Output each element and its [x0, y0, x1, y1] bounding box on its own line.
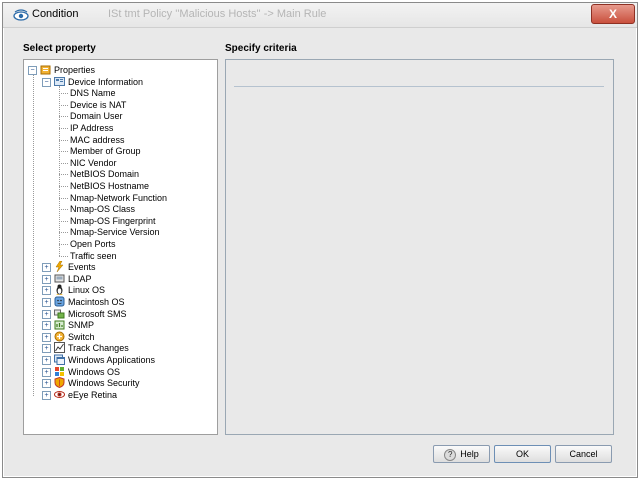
- tree-node-category[interactable]: Events: [68, 261, 96, 273]
- tree-node-properties[interactable]: Properties: [54, 64, 95, 76]
- tree-node-category[interactable]: Windows Applications: [68, 354, 155, 366]
- chart-icon: [54, 342, 65, 354]
- help-icon: ?: [444, 448, 457, 461]
- tree-leaf-property[interactable]: Nmap-OS Class: [70, 203, 135, 215]
- snmp-icon: [54, 320, 65, 330]
- switch-icon: [54, 331, 65, 342]
- expand-toggle-icon[interactable]: +: [42, 344, 51, 354]
- tree-leaf-property[interactable]: IP Address: [70, 122, 113, 134]
- cancel-button[interactable]: Cancel: [555, 445, 612, 463]
- tree-node-category[interactable]: SNMP: [68, 319, 94, 331]
- tree-connector: [59, 174, 68, 176]
- tree-leaf-property[interactable]: NetBIOS Domain: [70, 168, 139, 180]
- condition-dialog: Condition ISt tmt Policy ''Malicious Hos…: [2, 2, 638, 478]
- windows-logo-icon: [55, 366, 64, 376]
- property-tree-panel[interactable]: − Properties − Device Information DNS Name De…: [23, 59, 218, 435]
- tree-node-category[interactable]: Switch: [68, 331, 95, 343]
- tree-connector: [59, 209, 68, 211]
- tree-leaf-property[interactable]: Open Ports: [70, 238, 116, 250]
- tree-leaf-property[interactable]: Traffic seen: [70, 250, 117, 262]
- tree-leaf-property[interactable]: MAC address: [70, 134, 125, 146]
- tree-node-category[interactable]: Windows OS: [68, 366, 120, 378]
- tree-leaf-property[interactable]: Domain User: [70, 110, 123, 122]
- tree-leaf-property[interactable]: Nmap-Service Version: [70, 226, 160, 238]
- lightning-icon: [55, 261, 64, 273]
- tree-connector: [59, 139, 68, 141]
- specify-criteria-label: Specify criteria: [225, 43, 297, 54]
- criteria-panel[interactable]: [225, 59, 614, 435]
- property-tree[interactable]: − Properties − Device Information DNS Name De…: [24, 60, 217, 434]
- shield-icon: [54, 377, 65, 389]
- expand-toggle-icon[interactable]: +: [42, 379, 51, 389]
- tree-node-category[interactable]: Microsoft SMS: [68, 308, 127, 320]
- title-bar[interactable]: Condition ISt tmt Policy ''Malicious Hos…: [3, 3, 637, 28]
- expand-toggle-icon[interactable]: +: [42, 356, 51, 365]
- condition-app-icon: [13, 9, 29, 21]
- tree-connector: [59, 104, 68, 106]
- help-button[interactable]: ? Help: [433, 445, 490, 463]
- select-property-label: Select property: [23, 43, 96, 54]
- expand-toggle-icon[interactable]: +: [42, 367, 51, 377]
- close-button[interactable]: X: [591, 4, 635, 24]
- tree-connector: [59, 255, 68, 257]
- tree-leaf-property[interactable]: DNS Name: [70, 87, 116, 99]
- expand-toggle-icon[interactable]: +: [42, 286, 51, 296]
- ok-button[interactable]: OK: [494, 445, 551, 463]
- expand-toggle-icon[interactable]: +: [42, 298, 51, 307]
- windows-apps-icon: [54, 354, 65, 365]
- tree-leaf-property[interactable]: Nmap-OS Fingerprint: [70, 215, 156, 227]
- penguin-icon: [56, 284, 63, 296]
- tree-node-device-information[interactable]: Device Information: [68, 76, 143, 88]
- expand-toggle-icon[interactable]: −: [42, 77, 51, 87]
- tree-connector: [59, 220, 68, 222]
- tree-connector: [59, 162, 68, 164]
- tree-connector: [33, 75, 34, 396]
- sms-icon: [54, 309, 65, 319]
- expand-toggle-icon[interactable]: +: [42, 263, 51, 273]
- device-info-icon: [54, 76, 65, 86]
- tree-leaf-property[interactable]: NetBIOS Hostname: [70, 180, 149, 192]
- tree-leaf-property[interactable]: Device is NAT: [70, 99, 126, 111]
- tree-leaf-property[interactable]: Nmap-Network Function: [70, 192, 167, 204]
- expand-toggle-icon[interactable]: −: [28, 66, 37, 75]
- tree-connector: [59, 86, 60, 256]
- expand-toggle-icon[interactable]: +: [42, 309, 51, 319]
- tree-node-category[interactable]: Macintosh OS: [68, 296, 125, 308]
- expand-toggle-icon[interactable]: +: [42, 332, 51, 342]
- properties-icon: [40, 65, 51, 75]
- window-title: Condition: [32, 8, 79, 20]
- mac-icon: [54, 296, 65, 307]
- tree-connector: [59, 244, 68, 245]
- background-window-title: ISt tmt Policy ''Malicious Hosts'' -> Ma…: [108, 8, 327, 20]
- tree-connector: [59, 151, 68, 153]
- tree-node-category[interactable]: Linux OS: [68, 284, 105, 296]
- eye-icon: [54, 390, 65, 398]
- ldap-icon: [54, 274, 65, 283]
- tree-leaf-property[interactable]: Member of Group: [70, 145, 141, 157]
- tree-node-category[interactable]: Track Changes: [68, 342, 129, 354]
- tree-connector: [59, 93, 68, 95]
- tree-connector: [59, 197, 68, 199]
- tree-connector: [59, 232, 68, 234]
- help-button-label: Help: [460, 449, 479, 459]
- expand-toggle-icon[interactable]: +: [42, 321, 51, 331]
- tree-connector: [59, 116, 68, 118]
- tree-node-category[interactable]: Windows Security: [68, 377, 140, 389]
- criteria-divider: [234, 86, 604, 87]
- tree-connector: [59, 186, 68, 187]
- tree-leaf-property[interactable]: NIC Vendor: [70, 157, 117, 169]
- expand-toggle-icon[interactable]: +: [42, 390, 51, 400]
- expand-toggle-icon[interactable]: +: [42, 274, 51, 284]
- tree-node-category[interactable]: LDAP: [68, 273, 92, 285]
- tree-connector: [59, 128, 68, 129]
- tree-node-category[interactable]: eEye Retina: [68, 389, 117, 401]
